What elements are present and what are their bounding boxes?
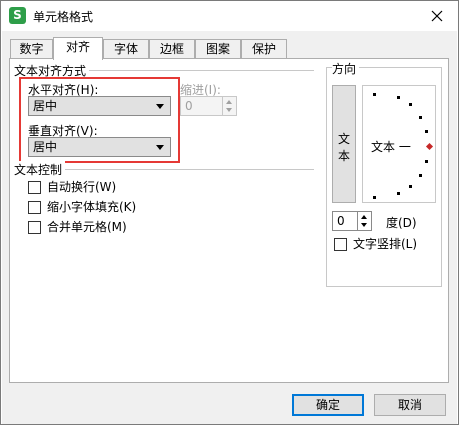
dial-tick — [419, 116, 422, 119]
dial-sample-text: 文本 一 — [371, 140, 411, 154]
wrap-text-label: 自动换行(W) — [47, 180, 117, 194]
dial-tick — [425, 160, 428, 163]
format-cells-dialog: S 单元格格式 数字 对齐 字体 边框 图案 保护 文本对齐方式 水平对齐(H)… — [0, 0, 459, 425]
title-bar: S 单元格格式 — [1, 1, 458, 31]
text-control-group-label: 文本控制 — [14, 161, 66, 178]
shrink-to-fit-label: 缩小字体填充(K) — [47, 200, 137, 214]
vertical-text-char-1: 文本 — [337, 132, 350, 163]
arrow-up-icon — [226, 100, 232, 104]
vertical-text-button[interactable]: 文本 — [332, 85, 356, 203]
vertical-layout-checkbox[interactable] — [334, 238, 347, 251]
orientation-dial[interactable]: 文本 一 — [362, 85, 436, 203]
dial-tick — [419, 174, 422, 177]
indent-value: 0 — [185, 99, 193, 113]
shrink-to-fit-checkbox[interactable] — [28, 201, 41, 214]
shrink-to-fit-option[interactable]: 缩小字体填充(K) — [28, 200, 188, 216]
merge-cells-checkbox[interactable] — [28, 221, 41, 234]
tab-font[interactable]: 字体 — [103, 39, 149, 59]
tab-number[interactable]: 数字 — [10, 39, 53, 59]
alignment-panel: 文本对齐方式 水平对齐(H): 居中 垂直对齐(V): 居中 缩进(I): 0 — [9, 58, 449, 383]
wrap-text-option[interactable]: 自动换行(W) — [28, 180, 188, 196]
ok-button[interactable]: 确定 — [292, 394, 364, 416]
merge-cells-label: 合并单元格(M) — [47, 220, 127, 234]
degree-stepper[interactable] — [357, 212, 371, 230]
close-button[interactable] — [426, 5, 448, 27]
arrow-down-icon — [226, 108, 232, 112]
indent-spinbox[interactable]: 0 — [180, 96, 237, 116]
wps-app-icon: S — [9, 7, 26, 24]
dial-handle-icon[interactable] — [425, 142, 434, 151]
dial-tick — [409, 185, 412, 188]
dial-tick — [373, 196, 376, 199]
vertical-layout-label: 文字竖排(L) — [353, 237, 418, 251]
degree-spinbox[interactable]: 0 — [332, 211, 372, 231]
arrow-down-icon — [361, 223, 367, 227]
merge-cells-option[interactable]: 合并单元格(M) — [28, 220, 188, 236]
orientation-group-label: 方向 — [332, 60, 360, 77]
dial-tick — [397, 96, 400, 99]
tab-border[interactable]: 边框 — [149, 39, 195, 59]
tab-alignment[interactable]: 对齐 — [53, 37, 103, 60]
vertical-layout-option[interactable]: 文字竖排(L) — [334, 237, 438, 253]
close-icon — [431, 10, 443, 22]
cancel-button[interactable]: 取消 — [374, 394, 446, 416]
dial-tick — [373, 93, 376, 96]
wrap-text-checkbox[interactable] — [28, 181, 41, 194]
dial-tick — [425, 130, 428, 133]
dialog-title: 单元格格式 — [33, 10, 94, 24]
arrow-up-icon — [361, 215, 367, 219]
dial-tick — [397, 192, 400, 195]
dial-tick — [409, 103, 412, 106]
tab-protection[interactable]: 保护 — [241, 39, 287, 59]
tab-pattern[interactable]: 图案 — [195, 39, 241, 59]
dialog-body: 数字 对齐 字体 边框 图案 保护 文本对齐方式 水平对齐(H): 居中 垂直对… — [2, 31, 457, 424]
indent-stepper[interactable] — [222, 97, 236, 115]
degree-value: 0 — [337, 214, 345, 228]
annotation-highlight-box — [19, 77, 180, 163]
degree-label: 度(D) — [386, 216, 417, 230]
